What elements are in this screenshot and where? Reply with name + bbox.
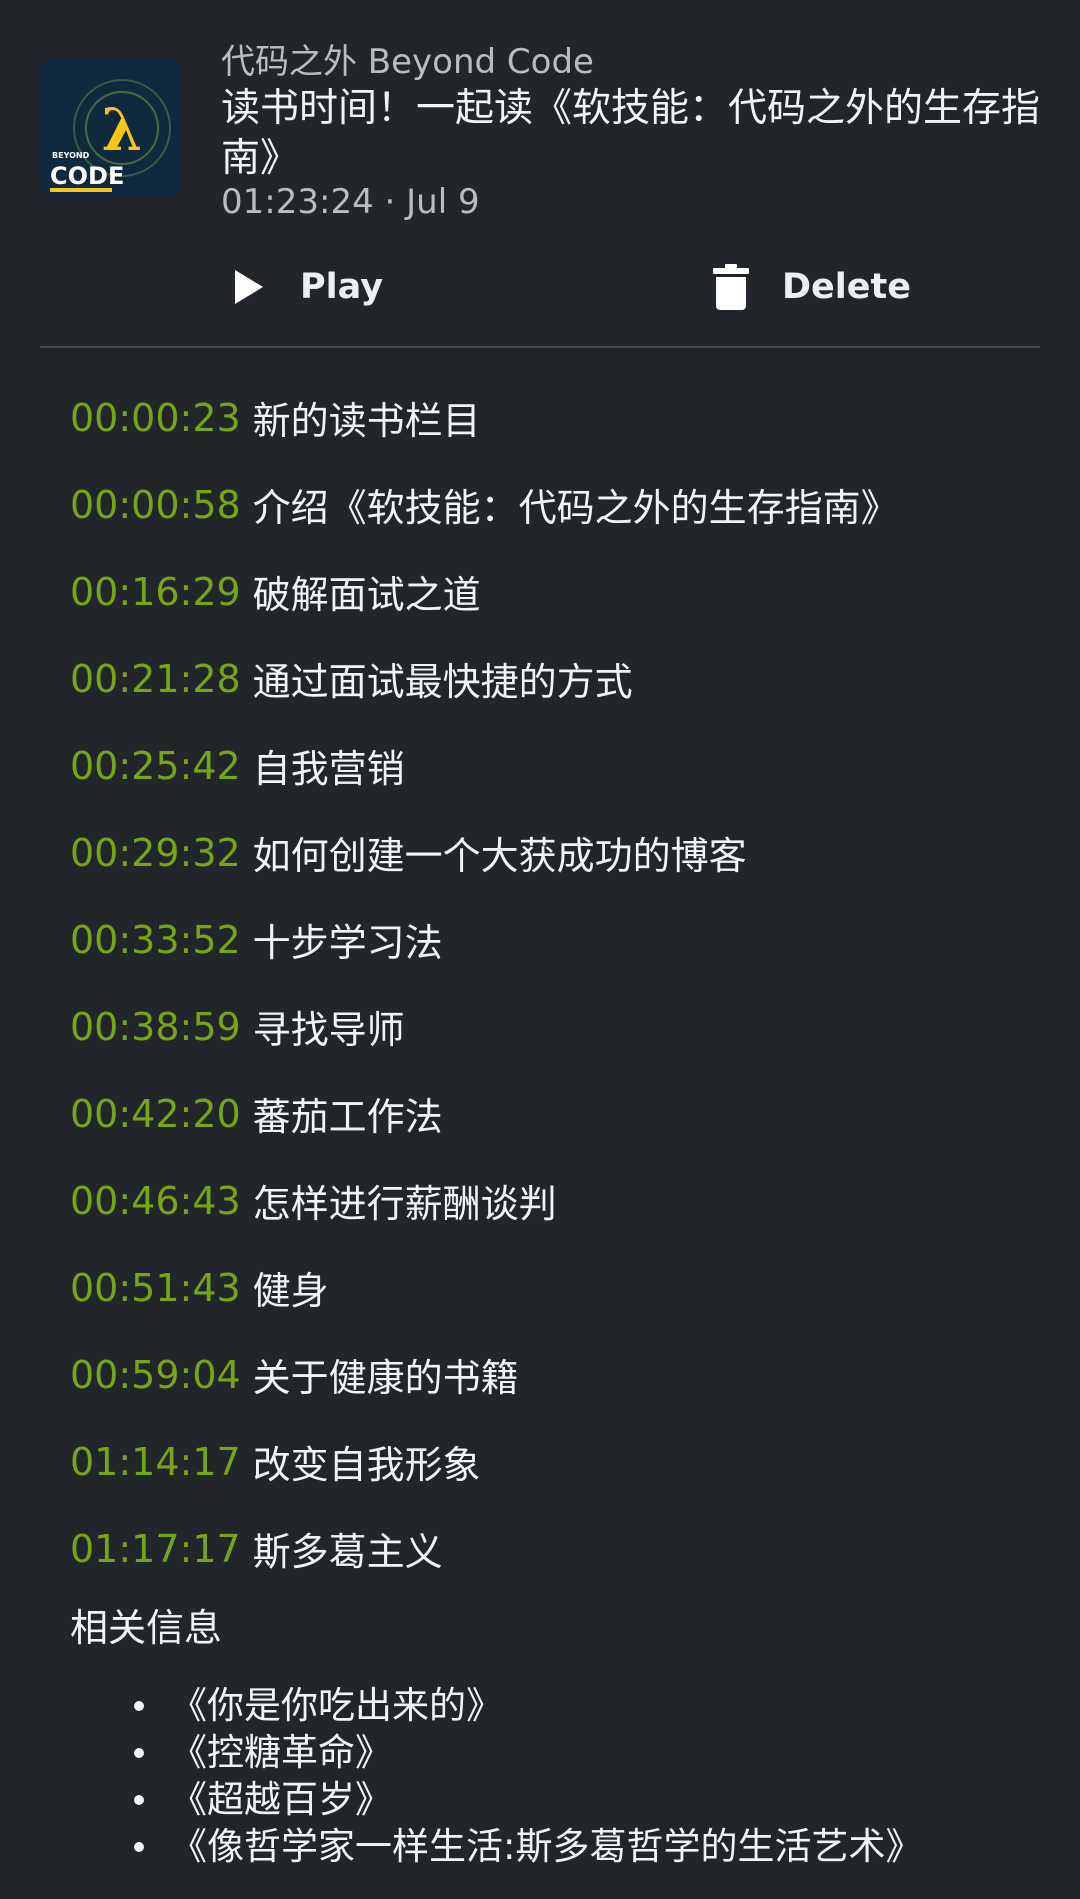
chapter-item: 00:38:59 寻找导师	[70, 983, 1070, 1070]
svg-text:BEYOND: BEYOND	[52, 151, 90, 160]
bullet-icon	[134, 1747, 144, 1758]
trash-icon	[710, 263, 752, 311]
chapter-list: 00:00:23 新的读书栏目 00:00:58 介绍《软技能：代码之外的生存指…	[70, 374, 1070, 1592]
play-label: Play	[300, 267, 384, 307]
bullet-icon	[134, 1841, 144, 1852]
related-item: 《控糖革命》	[134, 1729, 1054, 1776]
chapter-timestamp[interactable]: 00:21:28	[70, 657, 241, 701]
play-icon	[228, 263, 270, 311]
chapter-item: 00:16:29 破解面试之道	[70, 548, 1070, 635]
svg-text:CODE: CODE	[50, 162, 124, 190]
chapter-item: 00:42:20 蕃茄工作法	[70, 1070, 1070, 1157]
chapter-item: 01:14:17 改变自我形象	[70, 1418, 1070, 1505]
chapter-title: 自我营销	[252, 747, 405, 791]
chapter-title: 蕃茄工作法	[252, 1095, 443, 1139]
chapter-item: 00:29:32 如何创建一个大获成功的博客	[70, 809, 1070, 896]
chapter-timestamp[interactable]: 00:51:43	[70, 1266, 241, 1310]
related-item: 《超越百岁》	[134, 1776, 1054, 1823]
chapter-item: 00:46:43 怎样进行薪酬谈判	[70, 1157, 1070, 1244]
episode-title: 读书时间！一起读《软技能：代码之外的生存指南》	[221, 86, 1041, 181]
chapter-timestamp[interactable]: 00:33:52	[70, 918, 241, 962]
chapter-timestamp[interactable]: 00:42:20	[70, 1092, 241, 1136]
beyond-code-logo-icon: λ BEYOND CODE	[50, 79, 171, 192]
episode-duration-date: 01:23:24 · Jul 9	[221, 182, 480, 222]
related-item-text: 《像哲学家一样生活:斯多葛哲学的生活艺术》	[170, 1825, 923, 1868]
chapter-timestamp[interactable]: 00:16:29	[70, 570, 241, 614]
chapter-item: 00:21:28 通过面试最快捷的方式	[70, 635, 1070, 722]
chapter-item: 00:00:23 新的读书栏目	[70, 374, 1070, 461]
chapter-title: 通过面试最快捷的方式	[252, 660, 633, 704]
chapter-title: 改变自我形象	[252, 1443, 481, 1487]
chapter-title: 介绍《软技能：代码之外的生存指南》	[252, 486, 899, 530]
chapter-timestamp[interactable]: 00:00:23	[70, 396, 241, 440]
podcast-artwork: λ BEYOND CODE	[40, 58, 180, 198]
chapter-item: 00:25:42 自我营销	[70, 722, 1070, 809]
delete-label: Delete	[782, 267, 911, 307]
delete-button[interactable]: Delete	[710, 252, 911, 322]
chapter-item: 00:33:52 十步学习法	[70, 896, 1070, 983]
play-button[interactable]: Play	[228, 252, 383, 322]
chapter-title: 如何创建一个大获成功的博客	[252, 834, 747, 878]
chapter-item: 00:51:43 健身	[70, 1244, 1070, 1331]
related-item-text: 《控糖革命》	[170, 1731, 392, 1774]
svg-text:λ: λ	[102, 96, 143, 164]
chapter-title: 怎样进行薪酬谈判	[252, 1182, 557, 1226]
chapter-title: 破解面试之道	[252, 573, 481, 617]
chapter-title: 十步学习法	[252, 921, 443, 965]
episode-actions: Play Delete	[0, 252, 1080, 322]
chapter-timestamp[interactable]: 00:25:42	[70, 744, 241, 788]
related-item: 《你是你吃出来的》	[134, 1682, 1054, 1729]
related-list: 《你是你吃出来的》 《控糖革命》 《超越百岁》 《像哲学家一样生活:斯多葛哲学的…	[134, 1682, 1054, 1870]
bullet-icon	[134, 1700, 144, 1711]
chapter-timestamp[interactable]: 01:17:17	[70, 1527, 241, 1571]
chapter-timestamp[interactable]: 00:46:43	[70, 1179, 241, 1223]
chapter-timestamp[interactable]: 00:38:59	[70, 1005, 241, 1049]
chapter-title: 寻找导师	[252, 1008, 405, 1052]
related-item: 《像哲学家一样生活:斯多葛哲学的生活艺术》	[134, 1823, 1054, 1870]
chapter-title: 关于健康的书籍	[252, 1356, 519, 1400]
related-heading: 相关信息	[70, 1606, 223, 1650]
chapter-timestamp[interactable]: 01:14:17	[70, 1440, 241, 1484]
chapter-title: 健身	[252, 1269, 329, 1313]
divider	[40, 346, 1040, 348]
podcast-name: 代码之外 Beyond Code	[221, 42, 594, 82]
chapter-timestamp[interactable]: 00:00:58	[70, 483, 241, 527]
related-item-text: 《你是你吃出来的》	[170, 1684, 503, 1727]
chapter-title: 新的读书栏目	[252, 399, 481, 443]
chapter-timestamp[interactable]: 00:29:32	[70, 831, 241, 875]
related-item-text: 《超越百岁》	[170, 1778, 392, 1821]
chapter-item: 00:00:58 介绍《软技能：代码之外的生存指南》	[70, 461, 1070, 548]
bullet-icon	[134, 1794, 144, 1805]
chapter-timestamp[interactable]: 00:59:04	[70, 1353, 241, 1397]
chapter-title: 斯多葛主义	[252, 1530, 443, 1574]
chapter-item: 01:17:17 斯多葛主义	[70, 1505, 1070, 1592]
chapter-item: 00:59:04 关于健康的书籍	[70, 1331, 1070, 1418]
